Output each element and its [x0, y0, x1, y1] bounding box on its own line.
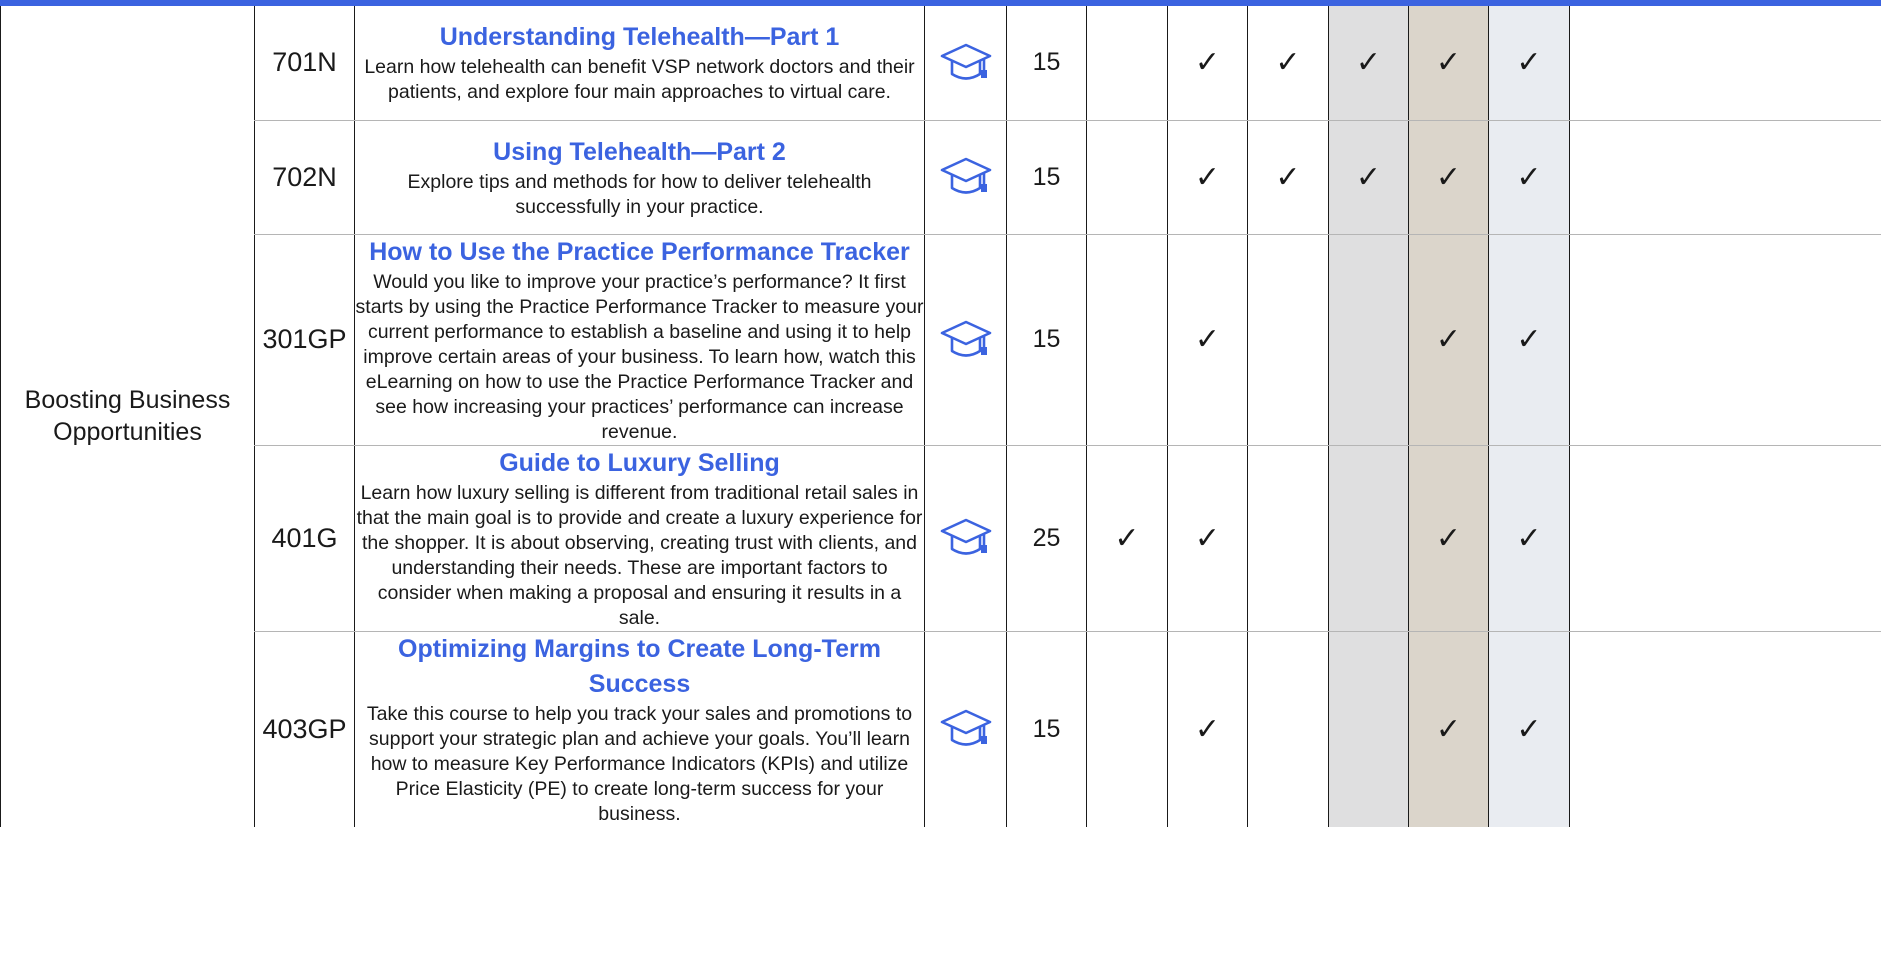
check-mark [1247, 234, 1329, 446]
blank-cell [1569, 6, 1881, 121]
check-mark [1086, 234, 1168, 446]
check-mark: ✓ [1488, 120, 1570, 235]
course-type-cell [924, 6, 1007, 121]
course-type-cell [924, 631, 1007, 827]
table-row: 403GP Optimizing Margins to Create Long-… [1, 631, 1881, 827]
course-type-cell [924, 445, 1007, 632]
check-mark: ✓ [1408, 631, 1489, 827]
course-description-cell: Guide to Luxury Selling Learn how luxury… [354, 445, 925, 632]
course-code: 702N [254, 120, 355, 235]
course-description: Explore tips and methods for how to deli… [407, 170, 872, 218]
course-code: 401G [254, 445, 355, 632]
check-mark: ✓ [1488, 631, 1570, 827]
course-title-link[interactable]: Guide to Luxury Selling [355, 446, 924, 481]
check-mark: ✓ [1167, 6, 1248, 121]
graduation-cap-icon [940, 709, 991, 746]
course-type-cell [924, 120, 1007, 235]
course-type-cell [924, 234, 1007, 446]
blank-cell [1569, 234, 1881, 446]
check-mark [1086, 120, 1168, 235]
check-mark: ✓ [1247, 120, 1329, 235]
course-title-link[interactable]: Optimizing Margins to Create Long-Term S… [355, 632, 924, 702]
check-mark: ✓ [1408, 445, 1489, 632]
check-mark [1086, 6, 1168, 121]
table-row: 702N Using Telehealth—Part 2 Explore tip… [1, 120, 1881, 235]
check-mark [1328, 234, 1409, 446]
check-mark: ✓ [1488, 6, 1570, 121]
course-code: 701N [254, 6, 355, 121]
table-row: Boosting Business Opportunities 701N Und… [0, 6, 1881, 827]
check-mark: ✓ [1408, 120, 1489, 235]
course-description-cell: How to Use the Practice Performance Trac… [354, 234, 925, 446]
check-mark [1328, 445, 1409, 632]
course-title-link[interactable]: How to Use the Practice Performance Trac… [355, 235, 924, 270]
check-mark: ✓ [1328, 6, 1409, 121]
graduation-cap-icon [940, 157, 991, 194]
check-mark: ✓ [1247, 6, 1329, 121]
course-description: Learn how luxury selling is different fr… [356, 481, 923, 629]
table-row: 401G Guide to Luxury Selling Learn how l… [1, 445, 1881, 632]
check-mark: ✓ [1408, 234, 1489, 446]
check-mark: ✓ [1488, 445, 1570, 632]
graduation-cap-icon [940, 518, 991, 555]
course-hours: 15 [1006, 234, 1087, 446]
check-mark [1328, 631, 1409, 827]
check-mark: ✓ [1488, 234, 1570, 446]
category-cell: Boosting Business Opportunities [0, 6, 255, 827]
course-description: Would you like to improve your practice’… [355, 270, 924, 443]
check-mark: ✓ [1167, 234, 1248, 446]
course-description: Take this course to help you track your … [366, 702, 913, 825]
course-code: 301GP [254, 234, 355, 446]
course-description-cell: Optimizing Margins to Create Long-Term S… [354, 631, 925, 827]
blank-cell [1569, 445, 1881, 632]
course-description-cell: Understanding Telehealth—Part 1 Learn ho… [354, 6, 925, 121]
course-hours: 25 [1006, 445, 1087, 632]
check-mark [1247, 631, 1329, 827]
check-mark: ✓ [1408, 6, 1489, 121]
blank-cell [1569, 120, 1881, 235]
blank-cell [1569, 631, 1881, 827]
course-hours: 15 [1006, 120, 1087, 235]
course-hours: 15 [1006, 6, 1087, 121]
graduation-cap-icon [940, 320, 991, 357]
course-code: 403GP [254, 631, 355, 827]
course-title-link[interactable]: Using Telehealth—Part 2 [355, 135, 924, 170]
course-table: Boosting Business Opportunities 701N Und… [0, 6, 1881, 827]
check-mark [1247, 445, 1329, 632]
check-mark: ✓ [1167, 120, 1248, 235]
table-row: 301GP How to Use the Practice Performanc… [1, 234, 1881, 446]
check-mark: ✓ [1086, 445, 1168, 632]
category-label: Boosting Business Opportunities [24, 386, 231, 447]
check-mark: ✓ [1167, 445, 1248, 632]
course-description: Learn how telehealth can benefit VSP net… [364, 56, 915, 104]
check-mark: ✓ [1328, 120, 1409, 235]
check-mark: ✓ [1167, 631, 1248, 827]
check-mark [1086, 631, 1168, 827]
course-title-link[interactable]: Understanding Telehealth—Part 1 [355, 20, 924, 55]
course-hours: 15 [1006, 631, 1087, 827]
graduation-cap-icon [940, 43, 991, 80]
course-description-cell: Using Telehealth—Part 2 Explore tips and… [354, 120, 925, 235]
